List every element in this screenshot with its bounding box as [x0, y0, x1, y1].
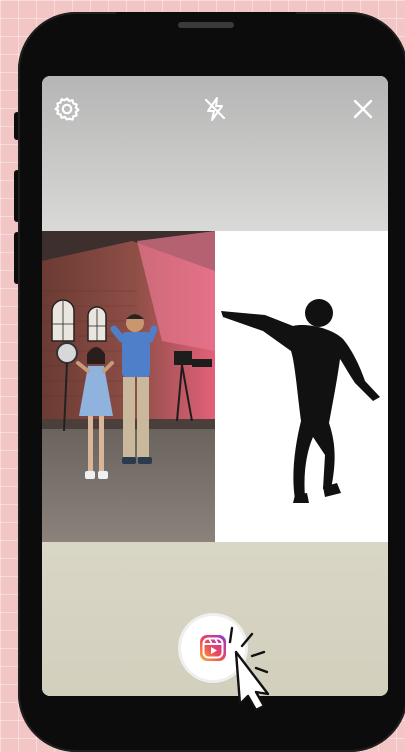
- mouse-cursor-icon: [212, 616, 292, 716]
- gear-icon[interactable]: [52, 94, 82, 124]
- silhouette-guide: [215, 231, 388, 542]
- close-icon[interactable]: [348, 94, 378, 124]
- camera-preview-feed: [42, 231, 215, 542]
- speaker-grille: [178, 22, 234, 28]
- camera-screen: [42, 76, 388, 696]
- camera-top-bar: [42, 76, 388, 231]
- flash-off-icon[interactable]: [200, 94, 230, 124]
- phone-notch: [116, 12, 296, 48]
